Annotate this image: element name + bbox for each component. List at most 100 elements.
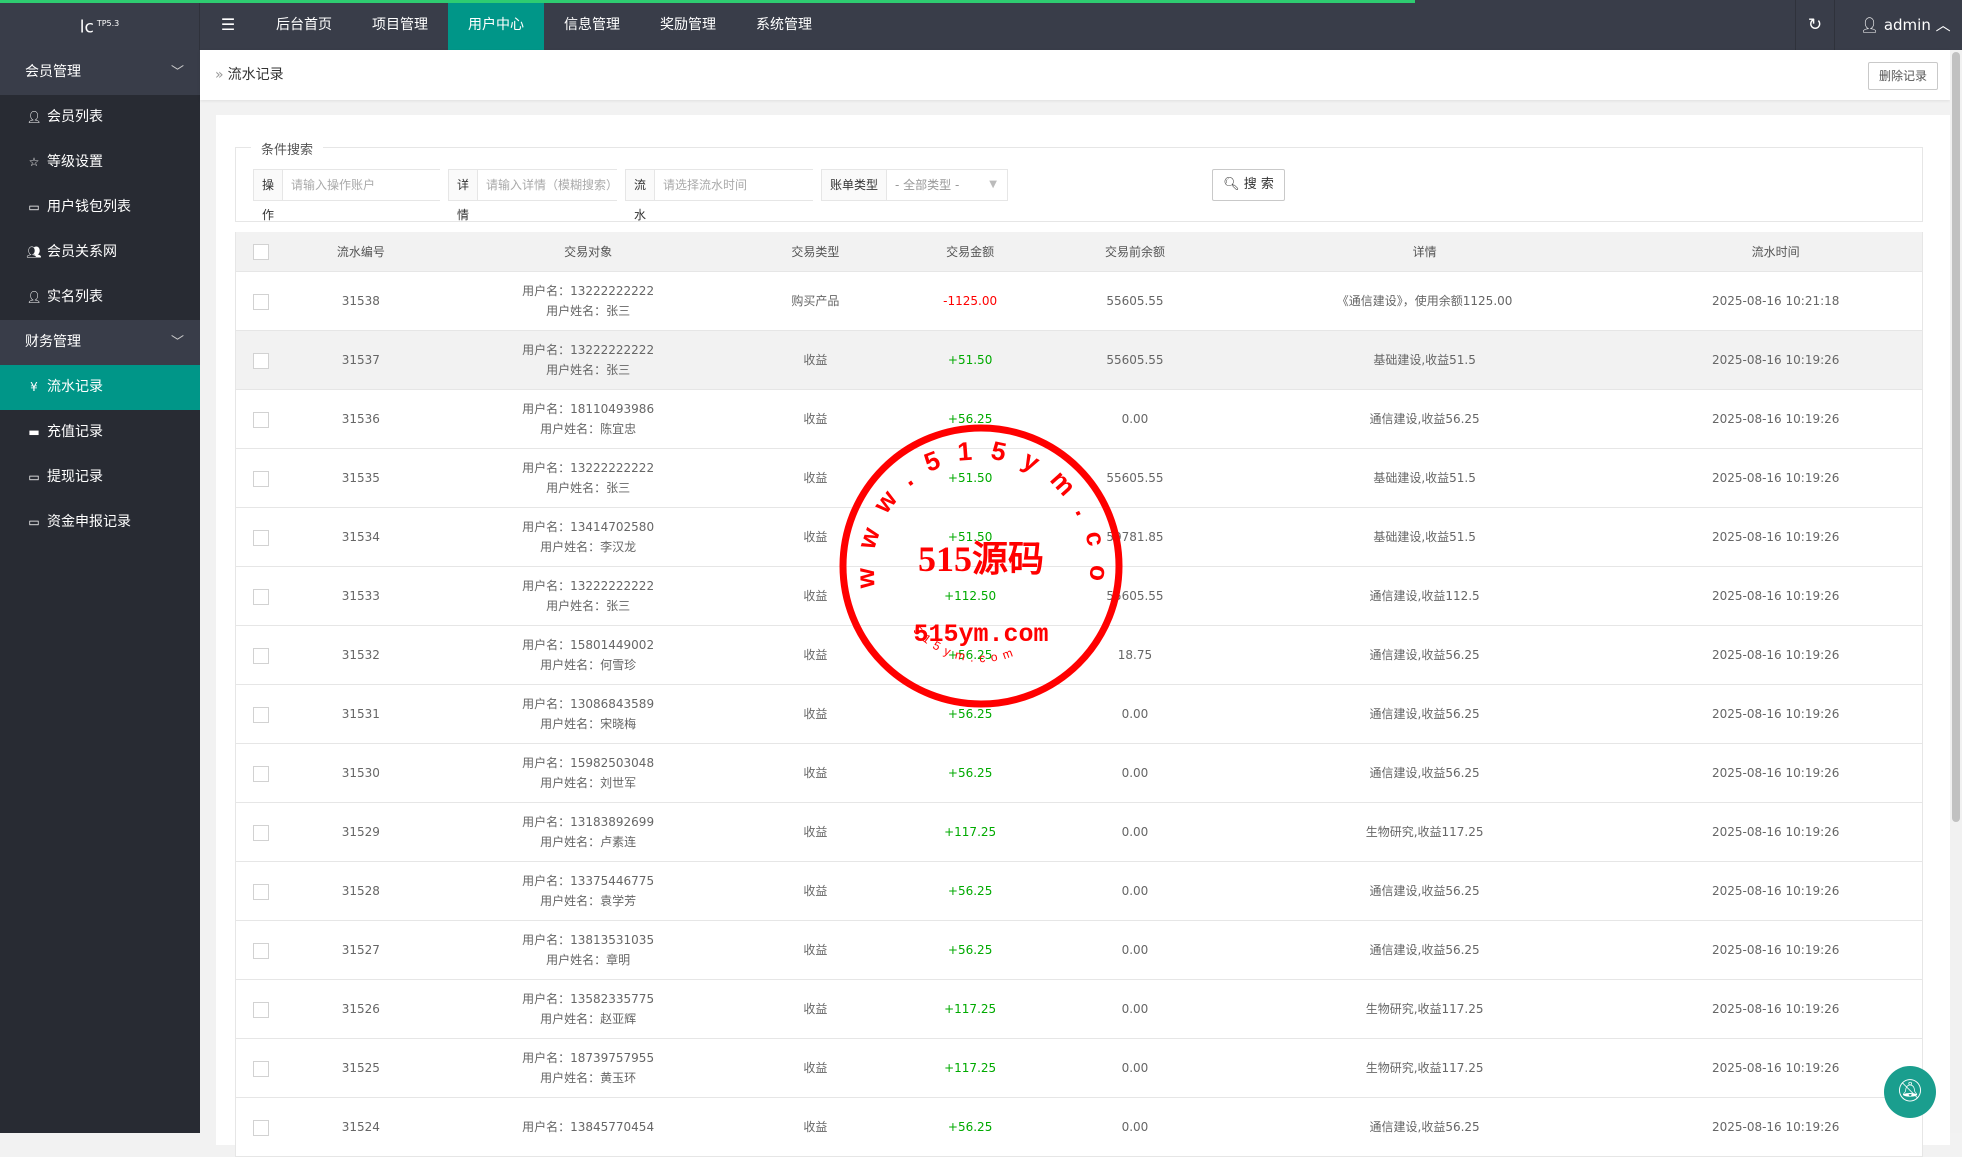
table-row[interactable]: 31525 用户名：18739757955 用户姓名：黄玉环 收益 +117.25…: [235, 1039, 1923, 1098]
table-row[interactable]: 31532 用户名：15801449002 用户姓名：何雪珍 收益 +56.25 …: [235, 626, 1923, 685]
realname: 袁学芳: [600, 894, 637, 908]
sidebar-item[interactable]: ¥ 流水记录: [0, 365, 200, 410]
row-checkbox[interactable]: [252, 883, 269, 900]
table-row[interactable]: 31538 用户名：13222222222 用户姓名：张三 购买产品 -1125.…: [235, 272, 1923, 331]
nav-item[interactable]: 奖励管理: [640, 0, 736, 50]
transaction-type: 收益: [803, 1061, 828, 1075]
balance-before: 0.00: [1121, 412, 1149, 426]
table-row[interactable]: 31526 用户名：13582335775 用户姓名：赵亚辉 收益 +117.25…: [235, 980, 1923, 1039]
row-checkbox[interactable]: [252, 529, 269, 546]
select-all-checkbox[interactable]: [252, 244, 269, 260]
notification-muted-bell-icon[interactable]: 🔕︎: [1884, 1066, 1936, 1118]
sidebar-item[interactable]: ☆ 等级设置: [0, 140, 200, 185]
scrollbar-thumb[interactable]: [1952, 52, 1960, 822]
page-scrollbar[interactable]: [1950, 50, 1962, 1133]
table-row[interactable]: 31536 用户名：18110493986 用户姓名：陈宜忠 收益 +56.25 …: [235, 390, 1923, 449]
username-prefix: 用户名：: [522, 638, 571, 652]
row-checkbox[interactable]: [252, 411, 269, 428]
chevron-up-icon: ︿: [1935, 16, 1951, 34]
sidebar-item[interactable]: 👤︎ 实名列表: [0, 275, 200, 320]
transaction-target: 用户名：13222222222 用户姓名：张三: [436, 458, 741, 498]
user-menu[interactable]: 👤︎ admin ︿: [1860, 0, 1951, 50]
sidebar-group[interactable]: 财务管理 ﹀: [0, 320, 200, 365]
sidebar-item[interactable]: 👤︎ 会员列表: [0, 95, 200, 140]
row-checkbox[interactable]: [252, 293, 269, 310]
nav-item[interactable]: 用户中心: [448, 0, 544, 50]
record-time: 2025-08-16 10:19:26: [1711, 648, 1840, 662]
chevron-down-icon: ﹀: [170, 65, 184, 80]
row-checkbox[interactable]: [252, 942, 269, 959]
table-row[interactable]: 31530 用户名：15982503048 用户姓名：刘世军 收益 +56.25 …: [235, 744, 1923, 803]
nav-item[interactable]: 后台首页: [256, 0, 352, 50]
sidebar-item[interactable]: ▭ 用户钱包列表: [0, 185, 200, 230]
username-prefix: 用户名：: [522, 874, 571, 888]
sidebar-item[interactable]: ▬ 充值记录: [0, 410, 200, 455]
row-checkbox[interactable]: [252, 1060, 269, 1077]
realname-prefix: 用户姓名：: [540, 776, 601, 790]
table-row[interactable]: 31537 用户名：13222222222 用户姓名：张三 收益 +51.50 5…: [235, 331, 1923, 390]
record-time: 2025-08-16 10:19:26: [1711, 1120, 1840, 1134]
record-id: 31526: [341, 1002, 380, 1016]
record-time: 2025-08-16 10:19:26: [1711, 412, 1840, 426]
row-checkbox[interactable]: [252, 647, 269, 664]
table-row[interactable]: 31531 用户名：13086843589 用户姓名：宋晓梅 收益 +56.25 …: [235, 685, 1923, 744]
type-select[interactable]: - 全部类型 - ▼: [887, 170, 1007, 200]
detail-input[interactable]: [478, 170, 645, 200]
sidebar-group[interactable]: 会员管理 ﹀: [0, 50, 200, 95]
time-input[interactable]: [655, 170, 822, 200]
nav-item[interactable]: 信息管理: [544, 0, 640, 50]
row-checkbox[interactable]: [252, 765, 269, 782]
users-icon: 👥︎: [26, 245, 42, 259]
balance-before: 0.00: [1121, 1120, 1149, 1134]
realname: 张三: [606, 363, 631, 377]
delete-records-button[interactable]: 删除记录: [1867, 62, 1938, 90]
nav-item[interactable]: 系统管理: [736, 0, 832, 50]
table-row[interactable]: 31529 用户名：13183892699 用户姓名：卢素连 收益 +117.25…: [235, 803, 1923, 862]
username: 13813531035: [570, 933, 655, 947]
username: 15982503048: [570, 756, 655, 770]
table-row[interactable]: 31524 用户名：13845770454 收益 +56.25 0.00 通信建…: [235, 1098, 1923, 1157]
column-header: 详情: [1412, 244, 1437, 259]
table-row[interactable]: 31528 用户名：13375446775 用户姓名：袁学芳 收益 +56.25 …: [235, 862, 1923, 921]
menu-toggle-icon[interactable]: ☰: [200, 0, 256, 50]
record-detail: 通信建设,收益56.25: [1369, 707, 1480, 721]
table-row[interactable]: 31527 用户名：13813531035 用户姓名：章明 收益 +56.25 0…: [235, 921, 1923, 980]
realname-prefix: 用户姓名：: [546, 363, 607, 377]
transaction-type: 收益: [803, 412, 828, 426]
sidebar-item-label: 充值记录: [47, 424, 103, 440]
username-prefix: 用户名：: [522, 992, 571, 1006]
record-detail: 《通信建设》，使用余额1125.00: [1336, 294, 1513, 308]
sidebar-item[interactable]: ▭ 资金申报记录: [0, 500, 200, 545]
row-checkbox[interactable]: [252, 1001, 269, 1018]
balance-before: 55605.55: [1106, 353, 1164, 367]
account-input[interactable]: [283, 170, 450, 200]
realname: 张三: [606, 304, 631, 318]
sidebar-item[interactable]: 👥︎ 会员关系网: [0, 230, 200, 275]
row-checkbox[interactable]: [252, 1119, 269, 1136]
table-row[interactable]: 31535 用户名：13222222222 用户姓名：张三 收益 +51.50 5…: [235, 449, 1923, 508]
type-label: 账单类型: [822, 170, 888, 200]
column-header: 流水时间: [1751, 244, 1800, 259]
transaction-type: 收益: [803, 353, 828, 367]
sidebar-item[interactable]: ▭ 提现记录: [0, 455, 200, 500]
row-checkbox[interactable]: [252, 470, 269, 487]
search-button[interactable]: 🔍︎ 搜 索: [1212, 169, 1285, 201]
table-row[interactable]: 31533 用户名：13222222222 用户姓名：张三 收益 +112.50 …: [235, 567, 1923, 626]
username: 13845770454: [570, 1120, 655, 1134]
record-detail: 生物研究,收益117.25: [1365, 1061, 1484, 1075]
refresh-icon[interactable]: ↻: [1795, 0, 1835, 50]
realname-prefix: 用户姓名：: [540, 894, 601, 908]
row-checkbox[interactable]: [252, 824, 269, 841]
record-time: 2025-08-16 10:19:26: [1711, 1061, 1840, 1075]
username: 18739757955: [570, 1051, 655, 1065]
row-checkbox[interactable]: [252, 588, 269, 605]
transaction-target: 用户名：18739757955 用户姓名：黄玉环: [436, 1048, 741, 1088]
realname: 刘世军: [600, 776, 637, 790]
table-row[interactable]: 31534 用户名：13414702580 用户姓名：李汉龙 收益 +51.50 …: [235, 508, 1923, 567]
record-id: 31528: [341, 884, 380, 898]
nav-item[interactable]: 项目管理: [352, 0, 448, 50]
type-selected: - 全部类型 -: [895, 178, 960, 192]
row-checkbox[interactable]: [252, 706, 269, 723]
transaction-amount: +51.50: [947, 353, 993, 367]
row-checkbox[interactable]: [252, 352, 269, 369]
